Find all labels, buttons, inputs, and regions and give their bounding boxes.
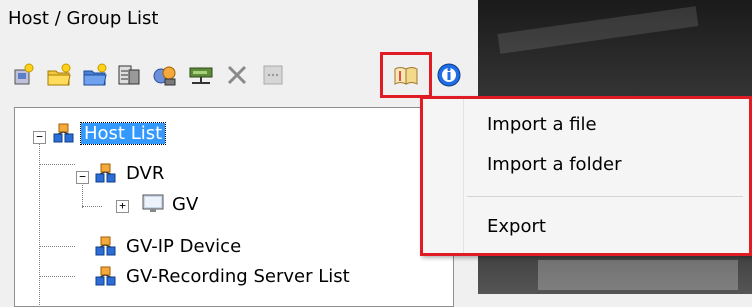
tree-node-label: Host List xyxy=(79,121,167,145)
group-button[interactable] xyxy=(148,58,182,92)
grid-icon xyxy=(263,65,283,85)
tree-line xyxy=(39,276,75,277)
add-host-button[interactable] xyxy=(6,58,40,92)
video-texture xyxy=(497,6,699,54)
add-host-icon xyxy=(14,63,34,85)
delete-icon xyxy=(227,65,247,85)
menu-separator xyxy=(467,196,743,197)
disabled-grid-button[interactable] xyxy=(256,58,290,92)
host-tree: − Host List − DVR + GV GV-IP Device GV-R… xyxy=(14,107,454,307)
tree-node-label: GV-IP Device xyxy=(126,235,242,257)
device-list-button[interactable] xyxy=(112,58,146,92)
import-export-menu: Import a file Import a folder Export xyxy=(420,96,752,256)
menu-item-export[interactable]: Export xyxy=(487,216,546,237)
menu-item-import-file[interactable]: Import a file xyxy=(487,114,597,135)
collapse-host-list-toggle[interactable]: − xyxy=(33,131,46,144)
tree-node-dvr[interactable]: DVR xyxy=(95,158,167,188)
monitor-icon xyxy=(141,193,165,215)
collapse-dvr-toggle[interactable]: − xyxy=(76,171,89,184)
tree-line xyxy=(82,206,102,207)
tree-node-host-list[interactable]: Host List xyxy=(53,118,167,148)
info-icon xyxy=(437,63,461,87)
tree-node-label: GV-Recording Server List xyxy=(126,265,350,287)
tree-node-label: DVR xyxy=(126,162,165,184)
tree-node-gv-recording-server-list[interactable]: GV-Recording Server List xyxy=(95,261,353,291)
tree-node-gv[interactable]: GV xyxy=(141,189,201,219)
toolbar xyxy=(6,52,476,98)
book-icon xyxy=(394,67,418,85)
tree-line xyxy=(39,164,75,165)
network-group-icon xyxy=(95,235,119,257)
video-texture xyxy=(538,260,738,290)
panel-title: Host / Group List xyxy=(8,8,159,29)
import-export-button[interactable] xyxy=(380,52,432,98)
device-list-icon xyxy=(118,65,140,85)
delete-button[interactable] xyxy=(220,58,254,92)
add-folder-button[interactable] xyxy=(42,58,76,92)
open-folder-button[interactable] xyxy=(78,58,112,92)
network-icon xyxy=(189,67,213,84)
tree-node-gv-ip-device[interactable]: GV-IP Device xyxy=(95,231,244,261)
host-group-list-panel: Host / Group List − Host List − DVR + GV… xyxy=(0,0,478,307)
tree-line xyxy=(39,246,75,247)
menu-item-import-folder[interactable]: Import a folder xyxy=(487,154,621,175)
network-group-icon xyxy=(53,122,77,144)
info-button[interactable] xyxy=(432,58,466,92)
open-folder-icon xyxy=(83,63,107,86)
tree-node-label: GV xyxy=(172,193,199,215)
network-button[interactable] xyxy=(184,58,218,92)
group-icon xyxy=(153,66,176,86)
expand-gv-toggle[interactable]: + xyxy=(116,200,129,213)
network-group-icon xyxy=(95,265,119,287)
add-folder-icon xyxy=(47,63,71,86)
network-group-icon xyxy=(95,162,119,184)
